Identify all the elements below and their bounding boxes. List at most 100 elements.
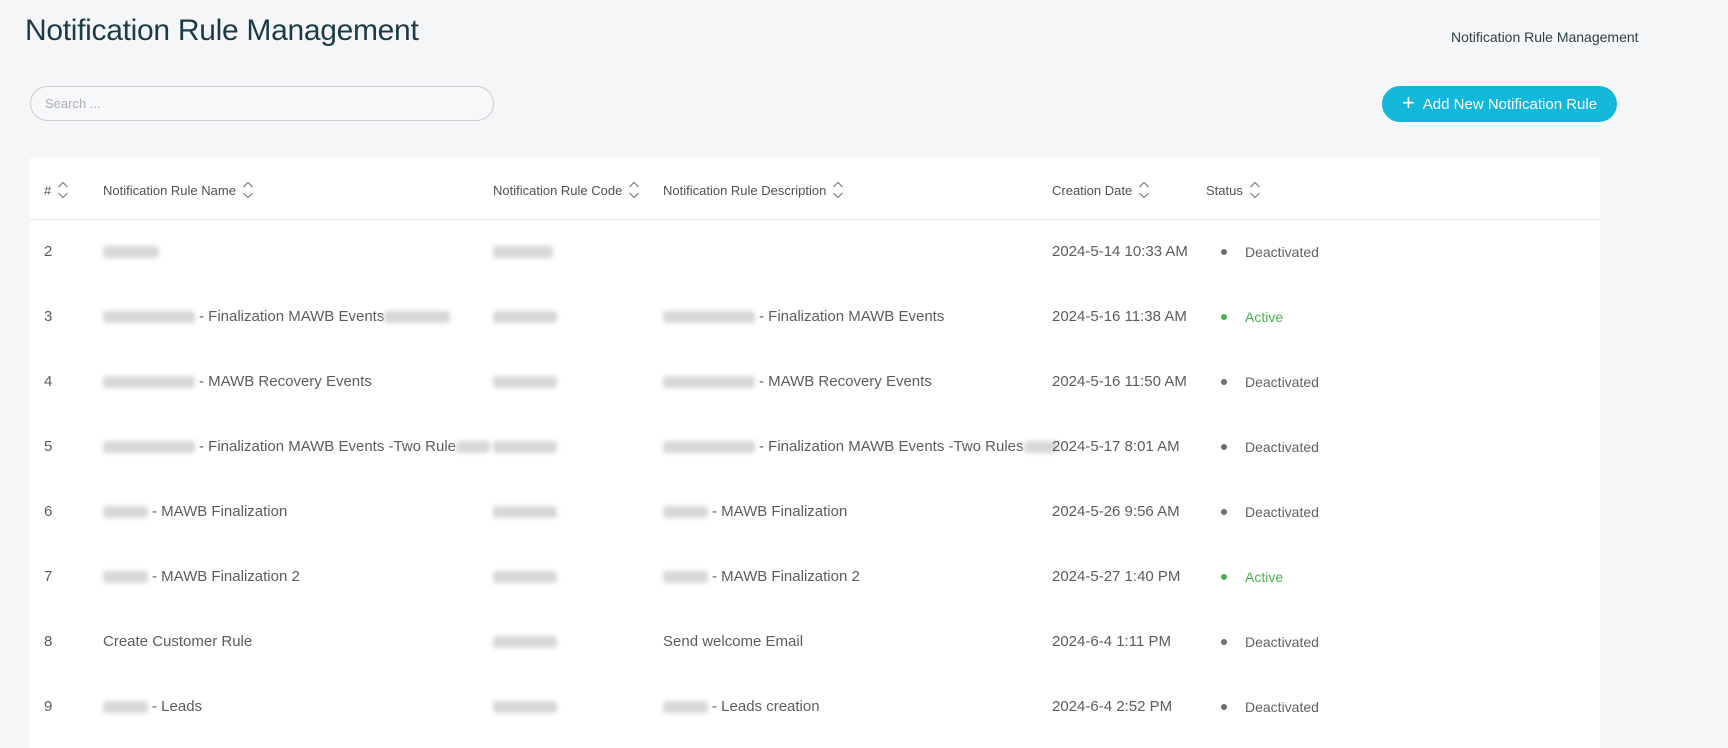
status-text: Deactivated: [1245, 503, 1319, 520]
creation-date: 2024-5-26 9:56 AM: [1052, 503, 1180, 520]
rule-name: - Leads: [103, 674, 202, 739]
creation-date: 2024-5-17 8:01 AM: [1052, 438, 1180, 455]
status-dot-icon: [1221, 248, 1227, 255]
redacted-text: [663, 700, 708, 713]
table-row[interactable]: 9 - Leads - Leads creation 2024-6-4 2:52 PM…: [30, 674, 1600, 739]
rule-name-text: - Finalization MAWB Events -Two Rule: [199, 438, 457, 455]
creation-date: 2024-5-14 10:33 AM: [1052, 243, 1188, 260]
creation-date: 2024-5-16 11:50 AM: [1052, 373, 1187, 390]
rule-code: [493, 674, 561, 739]
notification-rules-table: # Notification Rule Name Notification Rule…: [30, 158, 1600, 748]
rule-name: - Finalization MAWB Events -Two Rule: [103, 414, 494, 479]
row-number: 9: [44, 698, 53, 715]
creation-date: 2024-6-4 2:52 PM: [1052, 698, 1173, 715]
status-badge: Deactivated: [1221, 609, 1319, 674]
creation-date: 2024-5-27 1:40 PM: [1052, 568, 1181, 585]
redacted-text: [663, 440, 755, 453]
status-dot-icon: [1221, 573, 1227, 580]
rule-name: [103, 219, 163, 284]
sort-icon[interactable]: [628, 180, 640, 200]
search-input[interactable]: [31, 87, 493, 120]
redacted-text: [663, 505, 708, 518]
rule-description-text: - Finalization MAWB Events -Two Rules: [759, 438, 1024, 455]
table-row[interactable]: 6 - MAWB Finalization - MAWB Finalization 2…: [30, 479, 1600, 544]
table-row[interactable]: 4 - MAWB Recovery Events - MAWB Recovery E…: [30, 349, 1600, 414]
rule-description: - MAWB Finalization 2: [663, 544, 860, 609]
row-number: 6: [44, 503, 53, 520]
rule-description: - MAWB Finalization: [663, 479, 847, 544]
status-badge: Deactivated: [1221, 674, 1319, 739]
search-box[interactable]: [30, 86, 494, 121]
status-badge: Deactivated: [1221, 219, 1319, 284]
status-text: Deactivated: [1245, 373, 1319, 390]
rule-name-text: - Finalization MAWB Events: [199, 308, 385, 325]
redacted-text: [103, 700, 148, 713]
status-text: Active: [1245, 568, 1284, 585]
status-dot-icon: [1221, 313, 1227, 320]
table-row[interactable]: 2 2024-5-14 10:33 AM Deactivated: [30, 219, 1600, 284]
rule-description: Send welcome Email: [663, 609, 803, 674]
redacted-text: [103, 570, 148, 583]
rule-description-text: Send welcome Email: [663, 633, 804, 650]
rule-name: - MAWB Finalization 2: [103, 544, 300, 609]
status-text: Deactivated: [1245, 698, 1319, 715]
column-header-rule-code[interactable]: Notification Rule Code: [493, 180, 640, 200]
rule-name-text: - Leads: [152, 698, 203, 715]
status-badge: Active: [1221, 544, 1283, 609]
row-number: 2: [44, 243, 53, 260]
row-number: 7: [44, 568, 53, 585]
table-row[interactable]: 5 - Finalization MAWB Events -Two Rule - F…: [30, 414, 1600, 479]
creation-date: 2024-6-4 1:11 PM: [1052, 633, 1171, 650]
column-header-label: Notification Rule Name: [103, 182, 236, 198]
rule-name-text: Create Customer Rule: [103, 633, 253, 650]
sort-icon[interactable]: [57, 180, 69, 200]
status-dot-icon: [1221, 703, 1227, 710]
rule-description-text: - Finalization MAWB Events: [759, 308, 945, 325]
status-text: Active: [1245, 308, 1284, 325]
status-dot-icon: [1221, 508, 1227, 515]
page-title: Notification Rule Management: [25, 14, 419, 47]
table-row[interactable]: 7 - MAWB Finalization 2 - MAWB Finalizatio…: [30, 544, 1600, 609]
column-header-number[interactable]: #: [44, 180, 69, 200]
row-number: 4: [44, 373, 53, 390]
column-header-label: Notification Rule Code: [493, 182, 623, 198]
column-header-status[interactable]: Status: [1206, 180, 1261, 200]
rule-code: [493, 219, 557, 284]
column-header-rule-description[interactable]: Notification Rule Description: [663, 180, 844, 200]
rule-code: [493, 479, 561, 544]
row-number: 3: [44, 308, 53, 325]
sort-icon[interactable]: [242, 180, 254, 200]
rule-description: - Leads creation: [663, 674, 820, 739]
redacted-text: [493, 310, 557, 323]
redacted-text: [493, 570, 557, 583]
rule-code: [493, 349, 561, 414]
row-number: 8: [44, 633, 53, 650]
rule-description: - Finalization MAWB Events: [663, 284, 944, 349]
sort-icon[interactable]: [832, 180, 844, 200]
sort-icon[interactable]: [1138, 180, 1150, 200]
breadcrumb[interactable]: Notification Rule Management: [1451, 29, 1639, 45]
row-number: 5: [44, 438, 53, 455]
table-row[interactable]: 3 - Finalization MAWB Events - Finalizatio…: [30, 284, 1600, 349]
redacted-text: [493, 505, 557, 518]
rule-name: - MAWB Recovery Events: [103, 349, 372, 414]
rule-name: - Finalization MAWB Events: [103, 284, 454, 349]
redacted-text: [493, 375, 557, 388]
rule-code: [493, 544, 561, 609]
redacted-text: [493, 440, 557, 453]
rule-description-text: - Leads creation: [712, 698, 820, 715]
redacted-text: [103, 505, 148, 518]
redacted-text: [493, 635, 557, 648]
add-notification-rule-button[interactable]: + Add New Notification Rule: [1382, 86, 1617, 122]
redacted-text: [103, 375, 195, 388]
column-header-rule-name[interactable]: Notification Rule Name: [103, 180, 254, 200]
rule-description-text: - MAWB Recovery Events: [759, 373, 932, 390]
sort-icon[interactable]: [1249, 180, 1261, 200]
redacted-text: [663, 570, 708, 583]
table-row[interactable]: 8 Create Customer Rule Send welcome Email 2…: [30, 609, 1600, 674]
rule-code: [493, 284, 561, 349]
status-dot-icon: [1221, 638, 1227, 645]
rule-description: - Finalization MAWB Events -Two Rules: [663, 414, 1062, 479]
redacted-text: [456, 440, 491, 453]
column-header-creation-date[interactable]: Creation Date: [1052, 180, 1150, 200]
